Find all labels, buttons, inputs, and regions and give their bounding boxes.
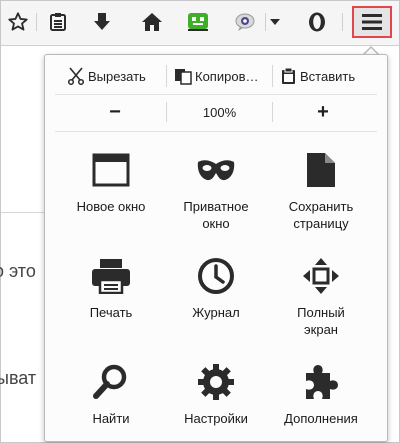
main-menu-panel: Вырезать Копиров… Вставить − 100% + Ново… — [44, 54, 388, 442]
new-window-button[interactable]: Новое окно — [59, 150, 163, 215]
save-page-button[interactable]: Сохранить страницу — [269, 150, 373, 232]
copy-icon — [175, 69, 192, 85]
printer-icon — [91, 256, 131, 296]
print-button[interactable]: Печать — [59, 256, 163, 321]
addons-label: Дополнения — [284, 411, 358, 426]
dropdown-arrow-icon[interactable] — [267, 9, 283, 35]
copy-label: Копиров… — [195, 68, 259, 84]
download-icon[interactable] — [89, 9, 115, 35]
history-clock-icon — [196, 256, 236, 296]
opera-o-icon[interactable] — [304, 9, 330, 35]
page-text-fragment: ыват — [0, 368, 37, 388]
private-window-button[interactable]: Приватное окно — [164, 150, 268, 232]
toolbar-separator — [265, 13, 266, 31]
find-label: Найти — [92, 411, 130, 426]
settings-gear-icon — [196, 362, 236, 402]
fullscreen-button[interactable]: Полный экран — [269, 256, 373, 338]
save-page-icon — [301, 150, 341, 190]
history-button[interactable]: Журнал — [164, 256, 268, 321]
copy-button[interactable]: Копиров… — [174, 63, 258, 89]
history-label: Журнал — [192, 305, 240, 320]
new-window-label: Новое окно — [76, 199, 146, 214]
hamburger-menu-icon — [362, 14, 382, 30]
new-window-icon — [91, 150, 131, 190]
paste-label: Вставить — [300, 68, 356, 84]
zoom-in-button[interactable]: + — [303, 99, 343, 125]
fullscreen-label: Полный экран — [297, 305, 345, 337]
find-magnifier-icon — [91, 362, 131, 402]
browser-toolbar — [1, 1, 399, 46]
clipboard-icon — [282, 67, 295, 84]
find-button[interactable]: Найти — [59, 362, 163, 427]
chat-bubble-icon[interactable] — [232, 9, 258, 35]
addons-puzzle-icon — [301, 362, 341, 402]
fullscreen-icon — [301, 256, 341, 296]
reading-list-icon[interactable] — [45, 9, 71, 35]
private-mask-icon — [196, 150, 236, 190]
page-text-fragment: о это — [0, 261, 36, 281]
paste-button[interactable]: Вставить — [281, 63, 355, 89]
star-icon[interactable] — [5, 9, 31, 35]
zoom-level-reset[interactable]: 100% — [167, 99, 272, 125]
private-window-label: Приватное окно — [183, 199, 249, 231]
home-icon[interactable] — [139, 9, 165, 35]
hamburger-menu-button[interactable] — [352, 6, 392, 38]
edit-controls: Вырезать Копиров… Вставить — [45, 63, 387, 89]
toolbar-separator — [342, 13, 343, 31]
settings-button[interactable]: Настройки — [164, 362, 268, 427]
addon-green-icon[interactable] — [185, 9, 211, 35]
toolbar-separator — [36, 13, 37, 31]
zoom-out-button[interactable]: − — [95, 99, 135, 125]
scissors-icon — [67, 67, 85, 85]
print-label: Печать — [89, 305, 133, 320]
page-divider — [1, 212, 44, 213]
zoom-controls: − 100% + — [45, 99, 387, 125]
cut-button[interactable]: Вырезать — [67, 63, 146, 89]
addons-button[interactable]: Дополнения — [269, 362, 373, 427]
save-page-label: Сохранить страницу — [288, 199, 354, 231]
cut-label: Вырезать — [88, 68, 146, 84]
settings-label: Настройки — [184, 411, 248, 426]
